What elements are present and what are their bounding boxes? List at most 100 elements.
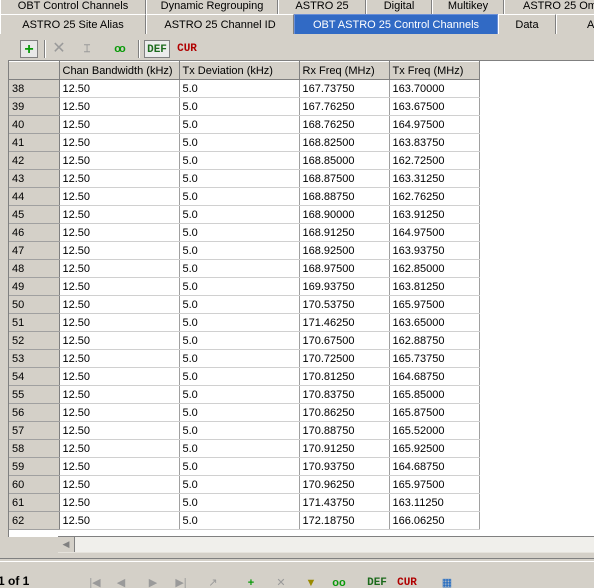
table-row[interactable]: 53 12.50 5.0 170.72500 165.73750 bbox=[9, 349, 480, 368]
def-button[interactable]: DEF bbox=[144, 40, 170, 58]
table-cell[interactable]: 5.0 bbox=[179, 97, 300, 116]
table-cell[interactable]: 168.92500 bbox=[299, 241, 390, 260]
table-cell[interactable]: 5.0 bbox=[179, 241, 300, 260]
table-row[interactable]: 43 12.50 5.0 168.87500 163.31250 bbox=[9, 169, 480, 188]
table-cell[interactable]: 162.85000 bbox=[389, 259, 480, 278]
row-number[interactable]: 58 bbox=[9, 439, 60, 458]
table-row[interactable]: 40 12.50 5.0 168.76250 164.97500 bbox=[9, 115, 480, 134]
row-number[interactable]: 59 bbox=[9, 457, 60, 476]
table-cell[interactable]: 164.97500 bbox=[389, 223, 480, 242]
table-cell[interactable]: 5.0 bbox=[179, 133, 300, 152]
table-cell[interactable]: 163.11250 bbox=[389, 493, 480, 512]
table-cell[interactable]: 168.76250 bbox=[299, 115, 390, 134]
plus-icon[interactable]: + bbox=[20, 40, 38, 58]
table-cell[interactable]: 5.0 bbox=[179, 349, 300, 368]
data-grid[interactable]: Chan Bandwidth (kHz) Tx Deviation (kHz) Rx… bbox=[8, 60, 594, 537]
row-number[interactable]: 44 bbox=[9, 187, 60, 206]
table-cell[interactable]: 163.81250 bbox=[389, 277, 480, 296]
row-number[interactable]: 42 bbox=[9, 151, 60, 170]
def-button[interactable]: DEF bbox=[364, 576, 390, 588]
table-cell[interactable]: 12.50 bbox=[59, 313, 180, 332]
last-record-icon[interactable]: ▶| bbox=[172, 576, 190, 588]
table-cell[interactable]: 5.0 bbox=[179, 421, 300, 440]
tab-astro-25-omni[interactable]: ASTRO 25 Omr bbox=[504, 0, 594, 14]
table-cell[interactable]: 5.0 bbox=[179, 331, 300, 350]
table-cell[interactable]: 12.50 bbox=[59, 115, 180, 134]
table-row[interactable]: 50 12.50 5.0 170.53750 165.97500 bbox=[9, 295, 480, 314]
row-number[interactable]: 40 bbox=[9, 115, 60, 134]
table-cell[interactable]: 167.76250 bbox=[299, 97, 390, 116]
table-cell[interactable]: 5.0 bbox=[179, 511, 300, 530]
table-cell[interactable]: 5.0 bbox=[179, 259, 300, 278]
table-row[interactable]: 56 12.50 5.0 170.86250 165.87500 bbox=[9, 403, 480, 422]
table-cell[interactable]: 12.50 bbox=[59, 493, 180, 512]
table-cell[interactable]: 162.76250 bbox=[389, 187, 480, 206]
table-cell[interactable]: 12.50 bbox=[59, 277, 180, 296]
tab-obt-astro-25-control-channels[interactable]: OBT ASTRO 25 Control Channels bbox=[294, 14, 498, 34]
table-cell[interactable]: 170.93750 bbox=[299, 457, 390, 476]
table-cell[interactable]: 165.97500 bbox=[389, 475, 480, 494]
table-cell[interactable]: 168.91250 bbox=[299, 223, 390, 242]
row-number[interactable]: 43 bbox=[9, 169, 60, 188]
tab-dynamic-regrouping[interactable]: Dynamic Regrouping bbox=[146, 0, 278, 14]
table-cell[interactable]: 5.0 bbox=[179, 493, 300, 512]
filter-icon[interactable]: ▼ bbox=[302, 576, 320, 588]
table-cell[interactable]: 170.96250 bbox=[299, 475, 390, 494]
table-cell[interactable]: 163.65000 bbox=[389, 313, 480, 332]
scroll-thumb[interactable] bbox=[75, 537, 594, 552]
table-row[interactable]: 49 12.50 5.0 169.93750 163.81250 bbox=[9, 277, 480, 296]
table-cell[interactable]: 5.0 bbox=[179, 475, 300, 494]
table-row[interactable]: 48 12.50 5.0 168.97500 162.85000 bbox=[9, 259, 480, 278]
table-cell[interactable]: 5.0 bbox=[179, 295, 300, 314]
scroll-left-icon[interactable]: ◀ bbox=[58, 537, 75, 552]
insert-icon[interactable]: ⌶ bbox=[78, 40, 96, 58]
row-number[interactable]: 54 bbox=[9, 367, 60, 386]
plus-icon[interactable]: + bbox=[242, 576, 260, 588]
table-cell[interactable]: 5.0 bbox=[179, 187, 300, 206]
table-cell[interactable]: 12.50 bbox=[59, 241, 180, 260]
table-cell[interactable]: 12.50 bbox=[59, 331, 180, 350]
table-cell[interactable]: 5.0 bbox=[179, 277, 300, 296]
table-cell[interactable]: 170.81250 bbox=[299, 367, 390, 386]
table-cell[interactable]: 12.50 bbox=[59, 151, 180, 170]
table-row[interactable]: 59 12.50 5.0 170.93750 164.68750 bbox=[9, 457, 480, 476]
table-cell[interactable]: 168.85000 bbox=[299, 151, 390, 170]
table-cell[interactable]: 5.0 bbox=[179, 313, 300, 332]
table-cell[interactable]: 12.50 bbox=[59, 403, 180, 422]
table-cell[interactable]: 165.52000 bbox=[389, 421, 480, 440]
row-number[interactable]: 41 bbox=[9, 133, 60, 152]
table-cell[interactable]: 12.50 bbox=[59, 169, 180, 188]
table-cell[interactable]: 5.0 bbox=[179, 151, 300, 170]
table-cell[interactable]: 163.83750 bbox=[389, 133, 480, 152]
table-cell[interactable]: 169.93750 bbox=[299, 277, 390, 296]
tab-a-truncated[interactable]: A bbox=[556, 14, 594, 34]
table-cell[interactable]: 12.50 bbox=[59, 205, 180, 224]
table-cell[interactable]: 12.50 bbox=[59, 349, 180, 368]
table-row[interactable]: 61 12.50 5.0 171.43750 163.11250 bbox=[9, 493, 480, 512]
table-cell[interactable]: 12.50 bbox=[59, 439, 180, 458]
tab-digital[interactable]: Digital bbox=[366, 0, 432, 14]
table-row[interactable]: 45 12.50 5.0 168.90000 163.91250 bbox=[9, 205, 480, 224]
table-cell[interactable]: 164.68750 bbox=[389, 367, 480, 386]
tab-astro-25[interactable]: ASTRO 25 bbox=[278, 0, 366, 14]
table-cell[interactable]: 12.50 bbox=[59, 97, 180, 116]
table-cell[interactable]: 162.88750 bbox=[389, 331, 480, 350]
tab-obt-control-channels[interactable]: OBT Control Channels bbox=[0, 0, 146, 14]
row-number[interactable]: 49 bbox=[9, 277, 60, 296]
tab-astro-25-site-alias[interactable]: ASTRO 25 Site Alias bbox=[0, 14, 146, 34]
grid-view-icon[interactable]: ▦ bbox=[438, 576, 456, 588]
table-cell[interactable]: 5.0 bbox=[179, 223, 300, 242]
table-cell[interactable]: 171.46250 bbox=[299, 313, 390, 332]
new-record-icon[interactable]: ↗ bbox=[204, 576, 222, 588]
table-row[interactable]: 51 12.50 5.0 171.46250 163.65000 bbox=[9, 313, 480, 332]
table-cell[interactable]: 12.50 bbox=[59, 223, 180, 242]
table-cell[interactable]: 168.90000 bbox=[299, 205, 390, 224]
tab-multikey[interactable]: Multikey bbox=[432, 0, 504, 14]
table-cell[interactable]: 12.50 bbox=[59, 385, 180, 404]
column-header[interactable]: Chan Bandwidth (kHz) bbox=[59, 61, 180, 80]
table-cell[interactable]: 163.67500 bbox=[389, 97, 480, 116]
table-cell[interactable]: 5.0 bbox=[179, 367, 300, 386]
table-cell[interactable]: 5.0 bbox=[179, 169, 300, 188]
table-cell[interactable]: 165.85000 bbox=[389, 385, 480, 404]
row-number[interactable]: 47 bbox=[9, 241, 60, 260]
